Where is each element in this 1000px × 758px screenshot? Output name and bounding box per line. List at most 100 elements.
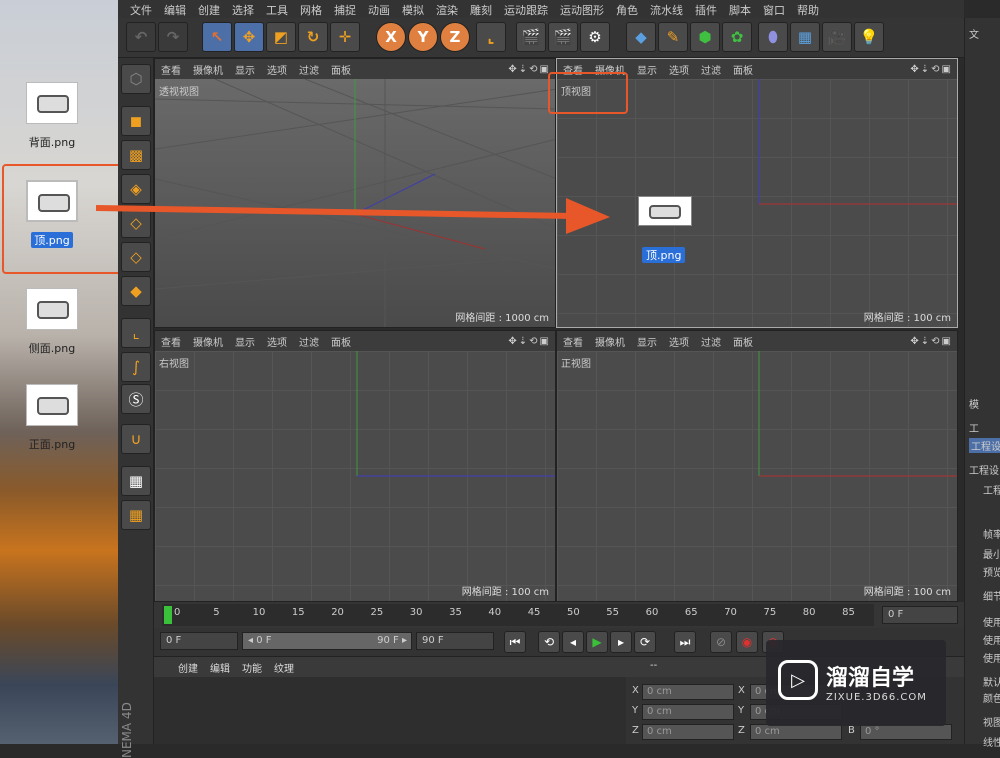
model-mode-icon[interactable]: ◼ [121, 106, 151, 136]
rotate-tool-icon[interactable]: ↻ [298, 22, 328, 52]
menu-animate[interactable]: 动画 [362, 0, 396, 18]
prev-frame-icon[interactable]: ◂ [562, 631, 584, 653]
light-icon[interactable]: 💡 [854, 22, 884, 52]
menu-edit[interactable]: 编辑 [158, 0, 192, 18]
timeline-ruler[interactable]: 051015202530354045505560657075808590 [162, 604, 894, 626]
menu-script[interactable]: 脚本 [723, 0, 757, 18]
z-axis-lock-button[interactable]: Z [440, 22, 470, 52]
goto-start-icon[interactable]: ⏮ [504, 631, 526, 653]
menu-render[interactable]: 渲染 [430, 0, 464, 18]
menu-file[interactable]: 文件 [124, 0, 158, 18]
end-frame-field[interactable]: 90 F [416, 632, 494, 650]
snap-grid-icon[interactable]: ▦ [121, 466, 151, 496]
vp-menu-filter[interactable]: 过滤 [299, 62, 319, 77]
menu-create[interactable]: 创建 [192, 0, 226, 18]
vp-menu-options[interactable]: 选项 [267, 334, 287, 349]
viewport-perspective[interactable]: 查看 摄像机 显示 选项 过滤 面板 ✥⇣⟲▣ 透视视图 网格间距 : 1000… [154, 58, 556, 328]
deformer-icon[interactable]: ⬮ [758, 22, 788, 52]
desktop-file-back[interactable]: 背面.png [14, 82, 90, 150]
vp-menu-view[interactable]: 查看 [563, 334, 583, 349]
menu-simulate[interactable]: 模拟 [396, 0, 430, 18]
vp-menu-filter[interactable]: 过滤 [299, 334, 319, 349]
viewport-nav-icons[interactable]: ✥⇣⟲▣ [508, 64, 551, 75]
current-frame-field[interactable]: 0 F [882, 606, 958, 624]
mat-menu-edit[interactable]: 编辑 [210, 660, 230, 675]
project-settings-tab[interactable]: 工程设 [969, 438, 1000, 453]
preview-range-slider[interactable]: ◂ 0 F 90 F ▸ [242, 632, 412, 650]
workplane-mode-icon[interactable]: ◈ [121, 174, 151, 204]
autokey-icon[interactable]: ◉ [736, 631, 758, 653]
vp-menu-options[interactable]: 选项 [669, 334, 689, 349]
floor-icon[interactable]: ▦ [790, 22, 820, 52]
desktop-file-side[interactable]: 侧面.png [14, 288, 90, 356]
menu-mograph[interactable]: 运动图形 [554, 0, 610, 18]
view-label[interactable]: 视图 [983, 714, 1000, 729]
position-z-field[interactable]: 0 cm [642, 724, 734, 740]
vp-menu-filter[interactable]: 过滤 [701, 62, 721, 77]
menu-tools[interactable]: 工具 [260, 0, 294, 18]
vp-menu-panel[interactable]: 面板 [331, 62, 351, 77]
redo-icon[interactable]: ↷ [158, 22, 188, 52]
viewport-right[interactable]: 查看 摄像机 显示 选项 过滤 面板 ✥⇣⟲▣ 右视图 网格间距 : 100 c… [154, 330, 556, 602]
polygons-mode-icon[interactable]: ◆ [121, 276, 151, 306]
subdivision-icon[interactable]: ⬢ [690, 22, 720, 52]
desktop-file-front[interactable]: 正面.png [14, 384, 90, 452]
move-tool-icon[interactable]: ✥ [234, 22, 264, 52]
position-x-field[interactable]: 0 cm [642, 684, 734, 700]
position-y-field[interactable]: 0 cm [642, 704, 734, 720]
vp-menu-display[interactable]: 显示 [235, 334, 255, 349]
menu-mesh[interactable]: 网格 [294, 0, 328, 18]
start-frame-field[interactable]: 0 F [160, 632, 238, 650]
vp-menu-panel[interactable]: 面板 [733, 334, 753, 349]
mat-menu-texture[interactable]: 纹理 [274, 660, 294, 675]
viewport-nav-icons[interactable]: ✥⇣⟲▣ [910, 336, 953, 347]
vp-menu-display[interactable]: 显示 [637, 62, 657, 77]
vp-menu-view[interactable]: 查看 [161, 334, 181, 349]
prev-key-icon[interactable]: ⟲ [538, 631, 560, 653]
playhead[interactable] [164, 606, 172, 624]
tweak-mode-icon[interactable]: ∫ [121, 352, 151, 382]
render-picture-viewer-icon[interactable]: 🎬 [548, 22, 578, 52]
mat-menu-create[interactable]: 创建 [178, 660, 198, 675]
make-editable-icon[interactable]: ⬡ [121, 64, 151, 94]
cloner-icon[interactable]: ✿ [722, 22, 752, 52]
goto-end-icon[interactable]: ⏭ [674, 631, 696, 653]
viewport-front[interactable]: 查看 摄像机 显示 选项 过滤 面板 ✥⇣⟲▣ 正视图 网格间距 : 100 c… [556, 330, 958, 602]
menu-character[interactable]: 角色 [610, 0, 644, 18]
next-key-icon[interactable]: ⟳ [634, 631, 656, 653]
menu-sculpt[interactable]: 雕刻 [464, 0, 498, 18]
menu-select[interactable]: 选择 [226, 0, 260, 18]
vp-menu-options[interactable]: 选项 [669, 62, 689, 77]
menu-window[interactable]: 窗口 [757, 0, 791, 18]
render-view-icon[interactable]: 🎬 [516, 22, 546, 52]
y-axis-lock-button[interactable]: Y [408, 22, 438, 52]
vp-menu-display[interactable]: 显示 [637, 334, 657, 349]
next-frame-icon[interactable]: ▸ [610, 631, 632, 653]
record-keys-icon[interactable]: ⊘ [710, 631, 732, 653]
viewport-nav-icons[interactable]: ✥⇣⟲▣ [508, 336, 551, 347]
select-tool-icon[interactable]: ↖ [202, 22, 232, 52]
menu-plugins[interactable]: 插件 [689, 0, 723, 18]
points-mode-icon[interactable]: ◇ [121, 208, 151, 238]
vp-menu-camera[interactable]: 摄像机 [193, 334, 223, 349]
magnet-icon[interactable]: ∪ [121, 424, 151, 454]
size-z-field[interactable]: 0 cm [750, 724, 842, 740]
solo-mode-icon[interactable]: Ⓢ [121, 384, 151, 414]
scale-tool-icon[interactable]: ◩ [266, 22, 296, 52]
transform-tool-icon[interactable]: ✛ [330, 22, 360, 52]
workplane-lock-icon[interactable]: ▦ [121, 500, 151, 530]
play-icon[interactable]: ▶ [586, 631, 608, 653]
panel-tab-objects[interactable]: 文 [969, 26, 979, 41]
mat-menu-function[interactable]: 功能 [242, 660, 262, 675]
vp-menu-options[interactable]: 选项 [267, 62, 287, 77]
rotation-b-field[interactable]: 0 ° [860, 724, 952, 740]
menu-help[interactable]: 帮助 [791, 0, 825, 18]
edges-mode-icon[interactable]: ◇ [121, 242, 151, 272]
undo-icon[interactable]: ↶ [126, 22, 156, 52]
texture-mode-icon[interactable]: ▩ [121, 140, 151, 170]
vp-menu-panel[interactable]: 面板 [733, 62, 753, 77]
menu-pipeline[interactable]: 流水线 [644, 0, 689, 18]
coordinate-system-icon[interactable]: ⌞ [476, 22, 506, 52]
vp-menu-display[interactable]: 显示 [235, 62, 255, 77]
panel-tab-attributes[interactable]: 模 [969, 396, 979, 411]
